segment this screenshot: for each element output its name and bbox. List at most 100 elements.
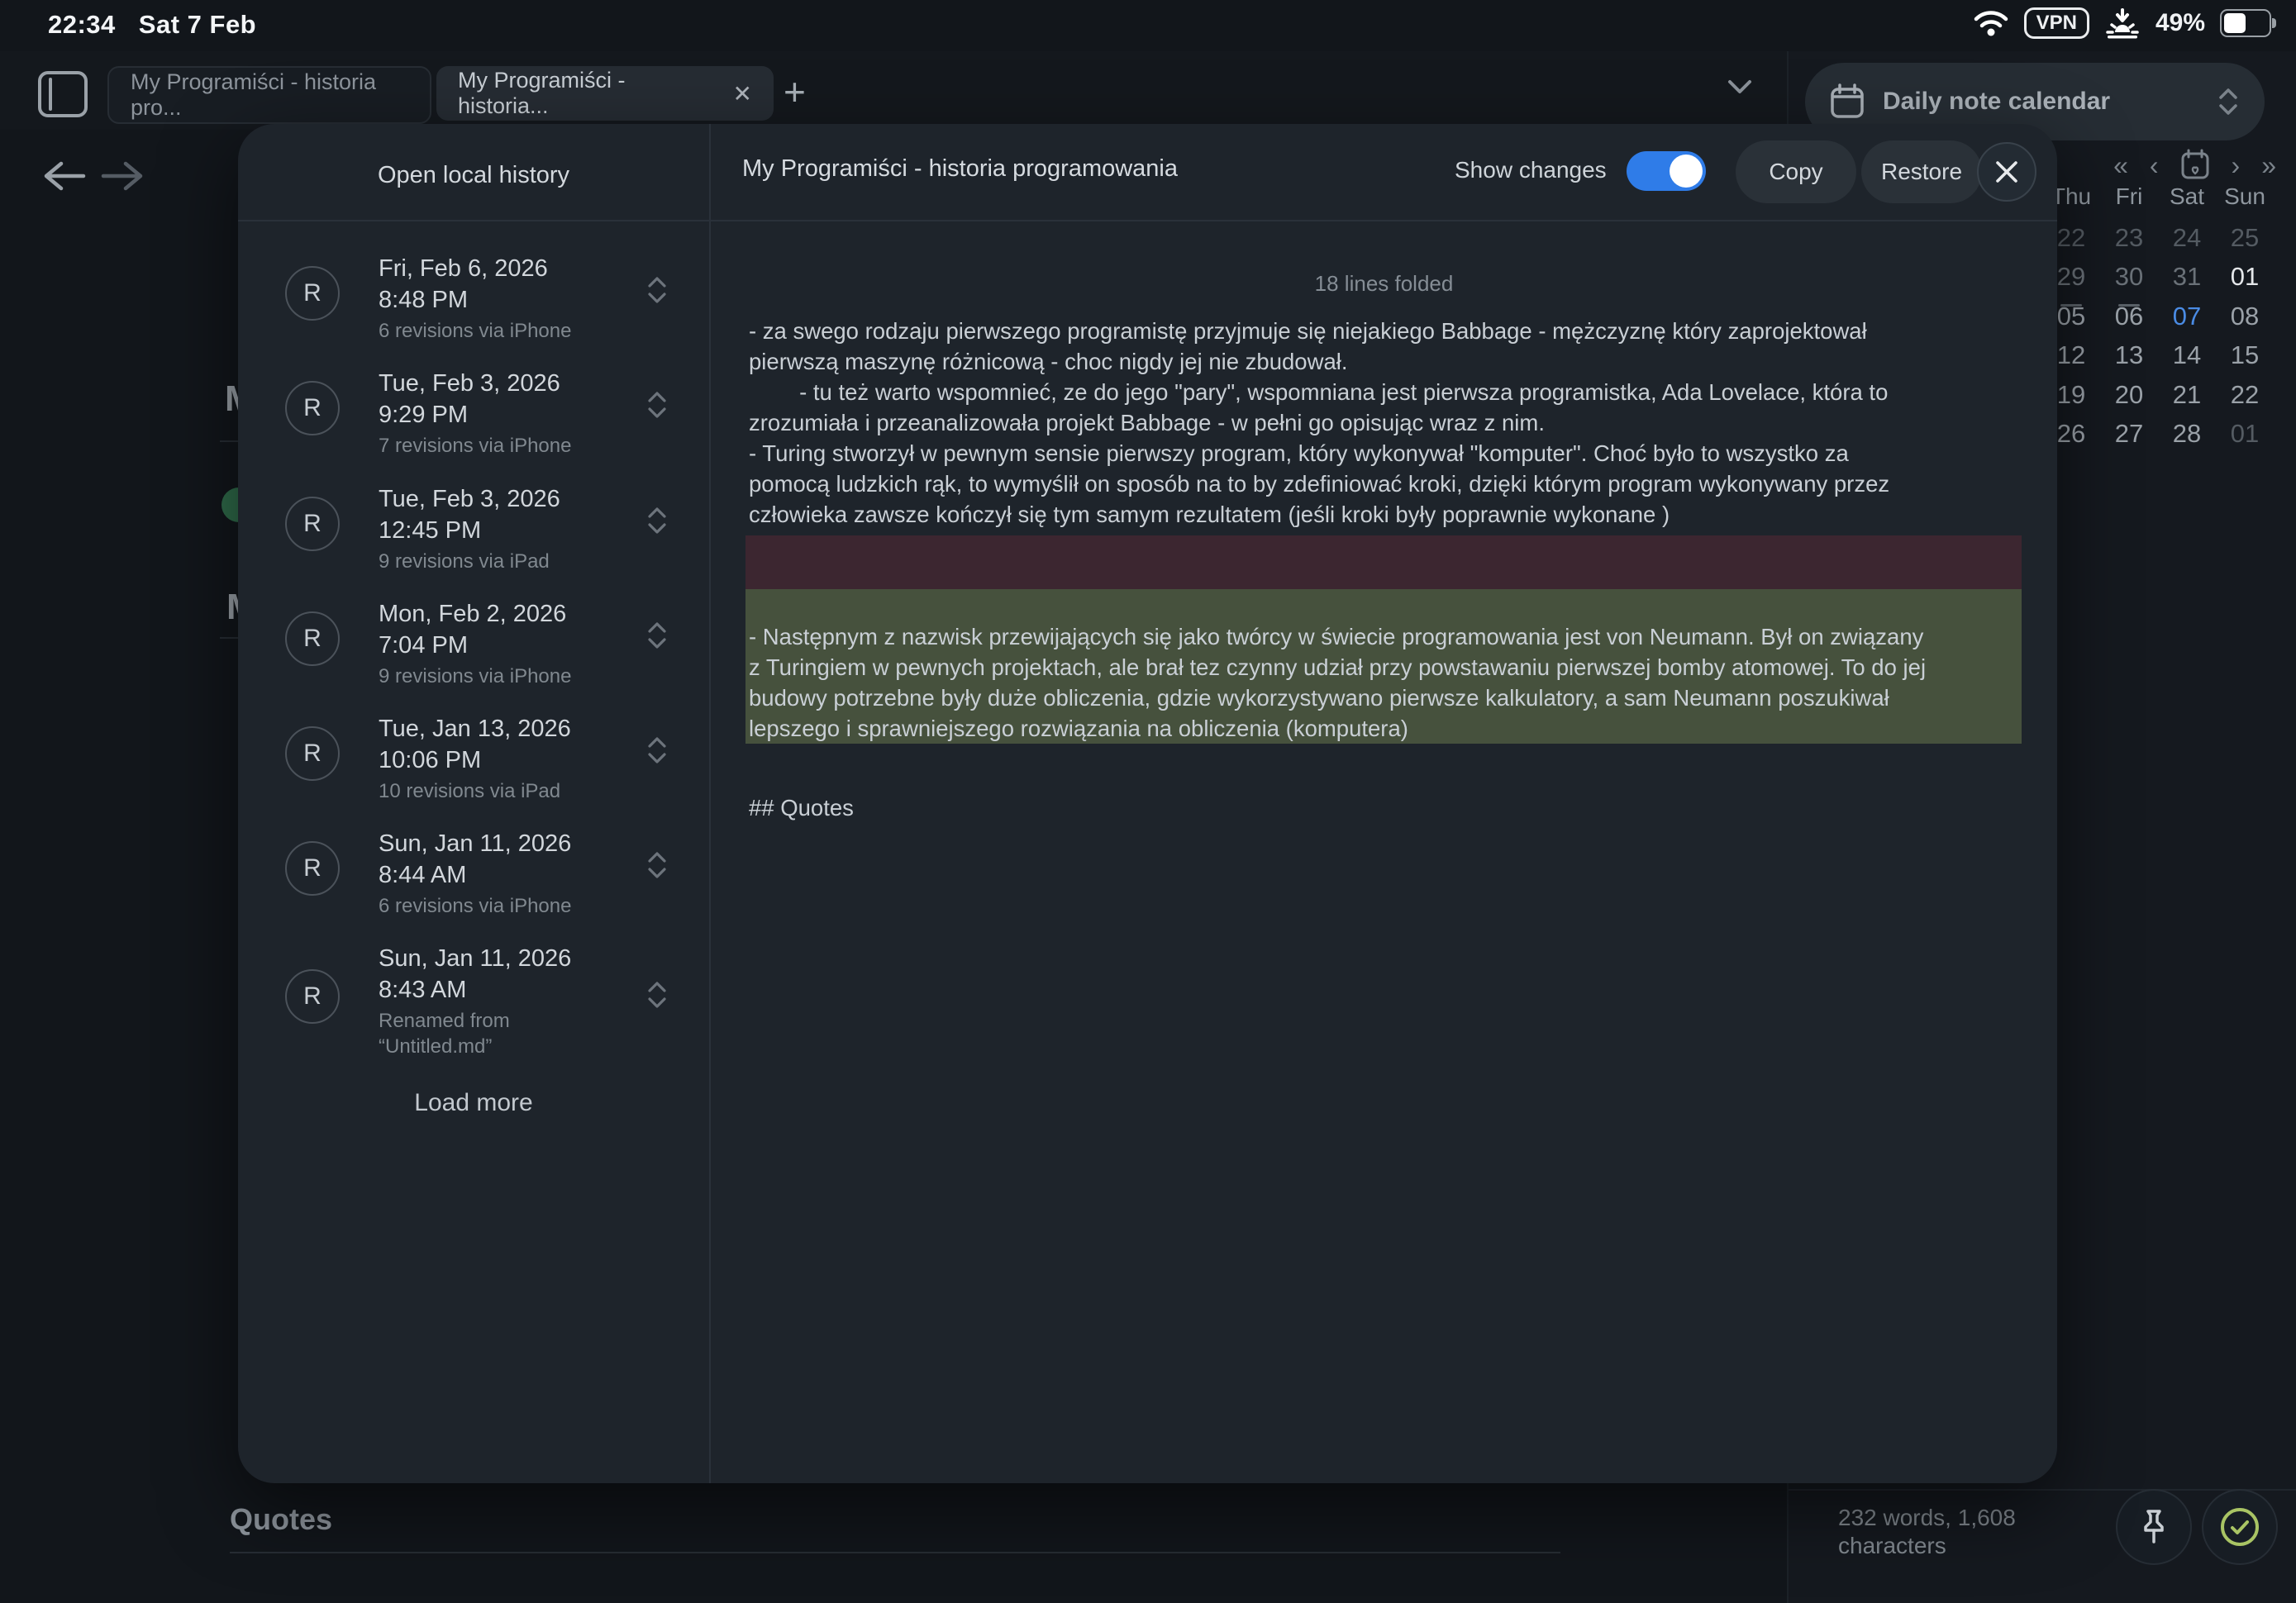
expand-icon[interactable] bbox=[646, 849, 668, 881]
folded-lines-notice: 18 lines folded bbox=[711, 271, 2057, 297]
calendar-day-has-note[interactable]: 30 bbox=[2100, 262, 2158, 302]
divider bbox=[230, 1552, 1560, 1553]
added-line: lepszego i sprawniejszego rozwiązania na… bbox=[749, 713, 2022, 744]
next-month-icon[interactable]: › bbox=[2232, 150, 2241, 181]
back-arrow-icon[interactable] bbox=[40, 157, 88, 195]
check-button[interactable] bbox=[2202, 1489, 2278, 1565]
revision-date: Sun, Jan 11, 2026 bbox=[379, 828, 651, 859]
avatar: R bbox=[285, 611, 340, 666]
calendar-day[interactable]: 21 bbox=[2158, 380, 2216, 420]
weekday-header: Fri bbox=[2100, 183, 2158, 223]
revision-item[interactable]: R Sun, Jan 11, 2026 8:44 AM 6 revisions … bbox=[238, 838, 709, 945]
revision-item[interactable]: R Tue, Feb 3, 2026 9:29 PM 7 revisions v… bbox=[238, 378, 709, 485]
chevron-up-down-icon[interactable] bbox=[2217, 85, 2240, 118]
added-line: budowy potrzebne były duże obliczenia, g… bbox=[749, 683, 2022, 713]
text-line: - za swego rodzaju pierwszego programist… bbox=[749, 316, 2038, 346]
forward-arrow-icon[interactable] bbox=[99, 157, 147, 195]
calendar-day[interactable]: 27 bbox=[2100, 419, 2158, 459]
revision-detail: 6 revisions via iPhone bbox=[379, 318, 651, 344]
calendar-day[interactable]: 13 bbox=[2100, 340, 2158, 380]
revision-time: 7:04 PM bbox=[379, 630, 651, 661]
revision-detail: 9 revisions via iPad bbox=[379, 549, 651, 574]
text-line: człowieka zawsze kończył się tym samym r… bbox=[749, 499, 2038, 530]
tab-bar: My Programiści - historia pro... My Prog… bbox=[0, 51, 1787, 130]
revision-date: Tue, Feb 3, 2026 bbox=[379, 368, 651, 399]
panel-title: Daily note calendar bbox=[1883, 88, 2217, 116]
revision-time: 8:48 PM bbox=[379, 284, 651, 316]
text-line: - Turing stworzył w pewnym sensie pierws… bbox=[749, 438, 2038, 469]
calendar-day[interactable]: 15 bbox=[2216, 340, 2274, 380]
avatar: R bbox=[285, 381, 340, 435]
weekday-header: Sun bbox=[2216, 183, 2274, 223]
pin-button[interactable] bbox=[2116, 1489, 2192, 1565]
revision-list-panel: Open local history R Fri, Feb 6, 2026 8:… bbox=[238, 124, 711, 1483]
deleted-lines-block bbox=[745, 535, 2022, 589]
expand-icon[interactable] bbox=[646, 620, 668, 651]
calendar-day[interactable]: 24 bbox=[2158, 223, 2216, 263]
tab-label: My Programiści - historia... bbox=[458, 68, 715, 119]
restore-button[interactable]: Restore bbox=[1861, 140, 1982, 203]
expand-icon[interactable] bbox=[646, 505, 668, 536]
added-lines-block: - Następnym z nazwisk przewijających się… bbox=[745, 589, 2022, 744]
pin-icon bbox=[2136, 1507, 2171, 1547]
note-diff-text: - za swego rodzaju pierwszego programist… bbox=[749, 316, 2038, 530]
prev-year-icon[interactable]: « bbox=[2113, 150, 2128, 181]
avatar: R bbox=[285, 841, 340, 896]
expand-icon[interactable] bbox=[646, 389, 668, 421]
markdown-quotes-heading: ## Quotes bbox=[749, 795, 854, 821]
avatar: R bbox=[285, 969, 340, 1024]
tab-close-icon[interactable]: ✕ bbox=[733, 80, 752, 107]
calendar-day[interactable]: 08 bbox=[2216, 302, 2274, 341]
revision-date: Mon, Feb 2, 2026 bbox=[379, 598, 651, 630]
word-count: 232 words, 1,608 characters bbox=[1838, 1504, 2016, 1560]
revision-item[interactable]: R Tue, Jan 13, 2026 10:06 PM 10 revision… bbox=[238, 723, 709, 830]
next-year-icon[interactable]: » bbox=[2261, 150, 2276, 181]
chevron-down-icon[interactable] bbox=[1723, 76, 1756, 98]
check-circle-icon bbox=[2218, 1505, 2261, 1548]
show-changes-toggle[interactable] bbox=[1627, 151, 1706, 191]
calendar-day[interactable]: 31 bbox=[2158, 262, 2216, 302]
calendar-day[interactable]: 22 bbox=[2216, 380, 2274, 420]
calendar-day[interactable]: 23 bbox=[2100, 223, 2158, 263]
close-modal-button[interactable] bbox=[1977, 142, 2036, 202]
added-line: z Turingiem w pewnych projektach, ale br… bbox=[749, 652, 2022, 683]
tab-note-1[interactable]: My Programiści - historia pro... bbox=[107, 66, 431, 124]
calendar-day[interactable]: 06 bbox=[2100, 302, 2158, 341]
expand-icon[interactable] bbox=[646, 979, 668, 1011]
background-quotes-heading: Quotes bbox=[230, 1502, 332, 1537]
calendar-day[interactable]: 14 bbox=[2158, 340, 2216, 380]
revision-time: 9:29 PM bbox=[379, 399, 651, 430]
sidebar-toggle-icon[interactable] bbox=[38, 71, 88, 117]
revision-time: 8:44 AM bbox=[379, 859, 651, 891]
expand-icon[interactable] bbox=[646, 274, 668, 306]
load-more-button[interactable]: Load more bbox=[238, 1089, 709, 1117]
wifi-icon bbox=[1973, 9, 2009, 37]
calendar-day-today[interactable]: 07 bbox=[2158, 302, 2216, 341]
tab-note-2[interactable]: My Programiści - historia... ✕ bbox=[436, 66, 774, 121]
revision-date: Tue, Jan 13, 2026 bbox=[379, 713, 651, 744]
revision-detail: 7 revisions via iPhone bbox=[379, 433, 651, 459]
text-line: zrozumiała i przeanalizowała projekt Bab… bbox=[749, 407, 2038, 438]
added-line: - Następnym z nazwisk przewijających się… bbox=[749, 621, 2022, 652]
calendar-day[interactable]: 01 bbox=[2216, 419, 2274, 459]
divider bbox=[238, 220, 2057, 221]
screen: 22:34Sat 7 Feb VPN 49% My Programiści - … bbox=[0, 0, 2296, 1603]
revision-item[interactable]: R Sun, Jan 11, 2026 8:43 AM Renamed from… bbox=[238, 953, 709, 1060]
daily-note-icon[interactable] bbox=[2180, 149, 2210, 182]
revision-detail: 6 revisions via iPhone bbox=[379, 893, 651, 919]
revision-item[interactable]: R Fri, Feb 6, 2026 8:48 PM 6 revisions v… bbox=[238, 263, 709, 370]
calendar-day[interactable]: 25 bbox=[2216, 223, 2274, 263]
calendar-day[interactable]: 20 bbox=[2100, 380, 2158, 420]
expand-icon[interactable] bbox=[646, 735, 668, 766]
modal-left-title: Open local history bbox=[238, 162, 709, 189]
divider bbox=[1789, 1489, 2296, 1491]
prev-month-icon[interactable]: ‹ bbox=[2150, 150, 2159, 181]
revision-time: 10:06 PM bbox=[379, 744, 651, 776]
revision-item[interactable]: R Tue, Feb 3, 2026 12:45 PM 9 revisions … bbox=[238, 493, 709, 601]
avatar: R bbox=[285, 266, 340, 321]
copy-button[interactable]: Copy bbox=[1736, 140, 1856, 203]
revision-item[interactable]: R Mon, Feb 2, 2026 7:04 PM 9 revisions v… bbox=[238, 608, 709, 716]
calendar-day[interactable]: 01 bbox=[2216, 262, 2274, 302]
new-tab-button[interactable]: + bbox=[784, 69, 806, 114]
calendar-day[interactable]: 28 bbox=[2158, 419, 2216, 459]
